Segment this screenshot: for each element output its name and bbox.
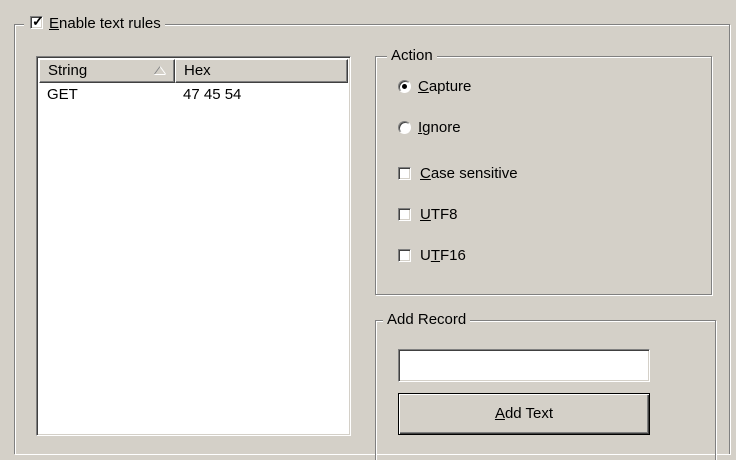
- column-header-hex-label: Hex: [184, 62, 211, 79]
- utf16-label[interactable]: UTF16: [420, 247, 466, 265]
- row-hex-cell: 47 45 54: [183, 86, 242, 103]
- case-sensitive-label[interactable]: Case sensitive: [420, 165, 518, 183]
- add-record-groupbox: [375, 320, 716, 460]
- ignore-radio[interactable]: [398, 121, 411, 134]
- utf8-checkbox[interactable]: [398, 208, 411, 221]
- string-list[interactable]: String Hex GET 47 45 54: [36, 56, 351, 436]
- radio-dot-icon: [402, 84, 407, 89]
- record-text-input[interactable]: [398, 349, 650, 382]
- utf8-label[interactable]: UTF8: [420, 206, 458, 224]
- add-record-title: Add Record: [383, 311, 471, 329]
- enable-text-rules-header: ✓ Enable text rules: [24, 13, 165, 33]
- table-row[interactable]: GET 47 45 54: [39, 86, 348, 104]
- action-title: Action: [387, 47, 437, 65]
- enable-text-rules-checkbox[interactable]: ✓: [30, 13, 44, 29]
- row-string-cell: GET: [47, 86, 78, 103]
- column-header-hex[interactable]: Hex: [175, 59, 348, 83]
- capture-radio[interactable]: [398, 80, 411, 93]
- ignore-label[interactable]: Ignore: [418, 119, 461, 137]
- enable-text-rules-label[interactable]: Enable text rules: [49, 15, 161, 32]
- sort-ascending-icon: [154, 66, 166, 75]
- utf16-checkbox[interactable]: [398, 249, 411, 262]
- add-text-button[interactable]: Add Text: [398, 393, 650, 435]
- case-sensitive-checkbox[interactable]: [398, 167, 411, 180]
- capture-label[interactable]: Capture: [418, 78, 471, 96]
- column-header-string[interactable]: String: [39, 59, 175, 83]
- check-icon: ✓: [32, 13, 44, 29]
- column-header-string-label: String: [48, 62, 88, 79]
